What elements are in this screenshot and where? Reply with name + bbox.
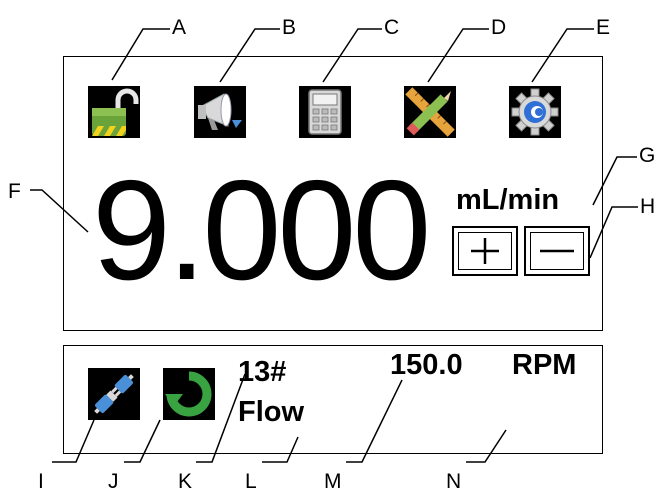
callout-h: H xyxy=(640,195,656,218)
decrease-button[interactable] xyxy=(524,226,590,276)
callout-i: I xyxy=(38,470,44,493)
flow-rate-unit[interactable]: mL/min xyxy=(456,186,559,215)
speed-unit: RPM xyxy=(512,349,577,381)
callout-g: G xyxy=(639,144,656,167)
callout-d: D xyxy=(491,16,507,39)
callout-l: L xyxy=(245,470,257,493)
callout-e: E xyxy=(596,16,611,39)
unlock-icon[interactable] xyxy=(88,86,140,138)
tube-size-label[interactable]: 13# xyxy=(238,358,286,387)
speed-value: 150.0 xyxy=(390,349,463,381)
callout-b: B xyxy=(282,16,297,39)
pencil-ruler-icon[interactable] xyxy=(404,86,456,138)
increase-button[interactable] xyxy=(452,226,518,276)
flow-rate-value: 9.000 xyxy=(92,151,431,310)
calculator-icon[interactable] xyxy=(299,86,351,138)
callout-k: K xyxy=(178,470,193,493)
callout-n: N xyxy=(446,470,462,493)
callout-m: M xyxy=(324,470,342,493)
callout-j: J xyxy=(108,470,119,493)
section-divider xyxy=(63,330,603,346)
minus-icon xyxy=(540,249,574,253)
mode-label[interactable]: Flow xyxy=(238,398,304,427)
rotate-icon[interactable] xyxy=(163,368,215,420)
callout-f: F xyxy=(8,180,21,203)
gear-icon[interactable] xyxy=(509,86,561,138)
callout-a: A xyxy=(172,16,187,39)
plus-icon xyxy=(471,238,499,264)
callout-c: C xyxy=(384,16,400,39)
megaphone-icon[interactable] xyxy=(194,86,246,138)
plug-connected-icon[interactable] xyxy=(88,368,140,420)
